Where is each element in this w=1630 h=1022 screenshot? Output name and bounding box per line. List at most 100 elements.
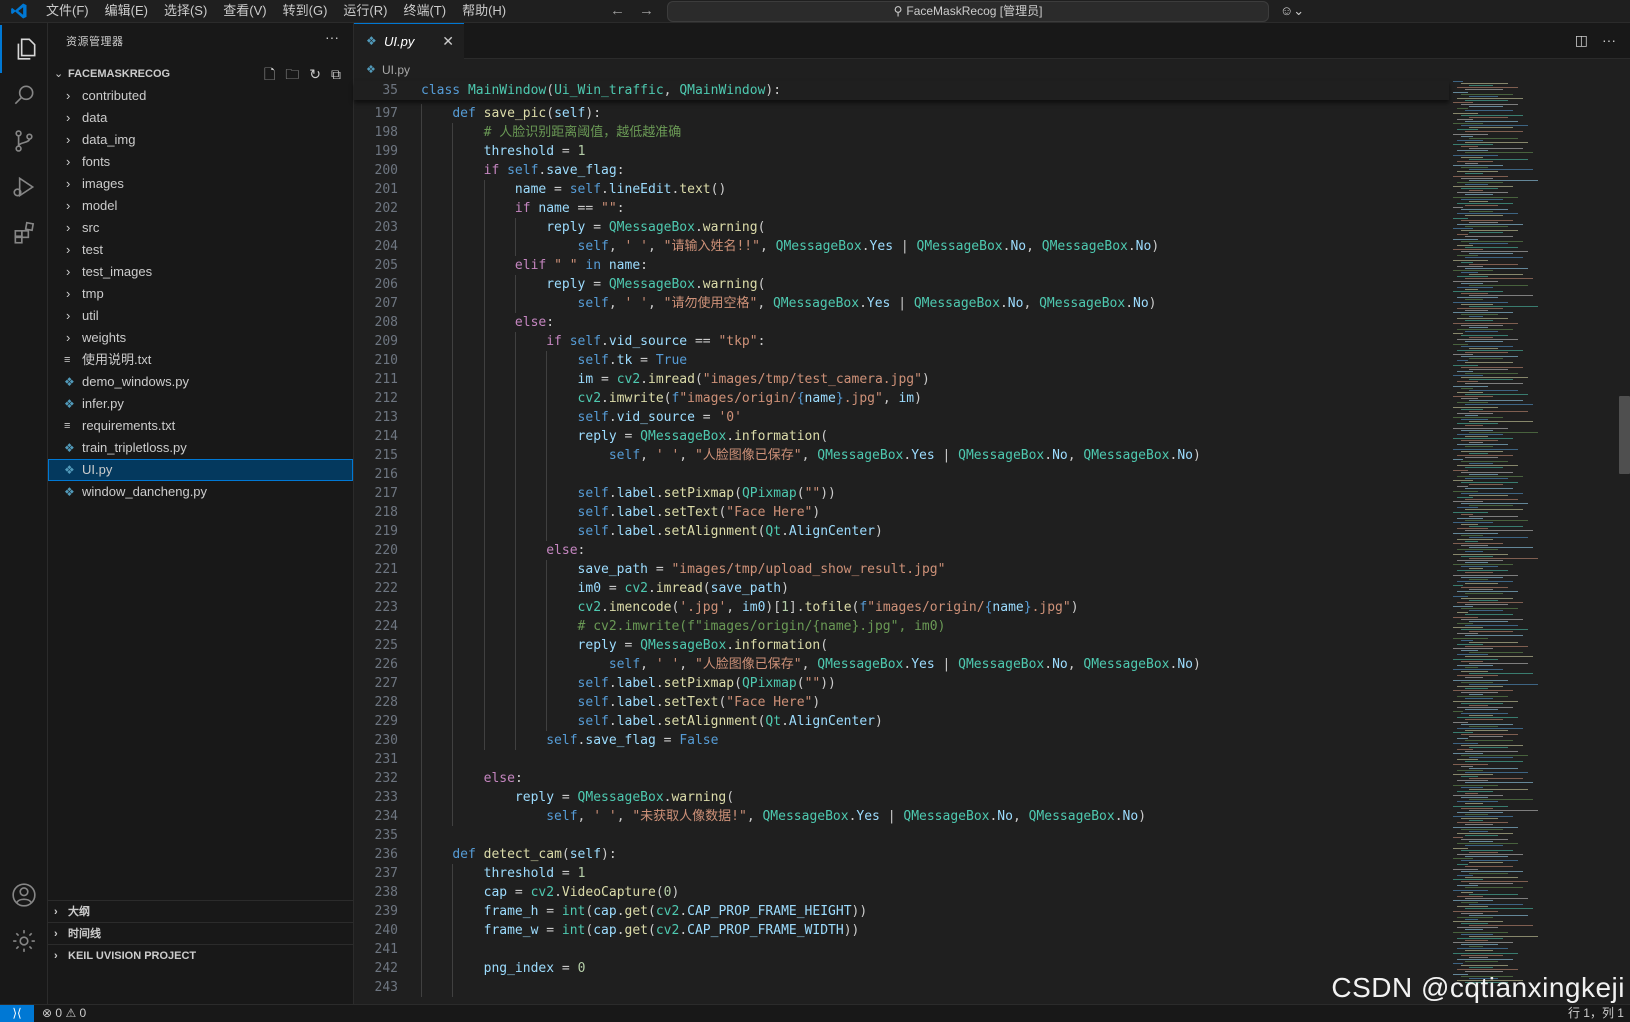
- tree-file[interactable]: ≡ 使用说明.txt: [48, 349, 353, 371]
- tree-folder[interactable]: › model: [48, 195, 353, 217]
- code-line[interactable]: 221 save_path = "images/tmp/upload_show_…: [354, 560, 1449, 579]
- menu-item[interactable]: 查看(V): [215, 0, 274, 22]
- tab-ui-py[interactable]: ❖ UI.py ✕: [354, 23, 464, 59]
- code-line[interactable]: 227 self.label.setPixmap(QPixmap("")): [354, 674, 1449, 693]
- tree-folder[interactable]: › data: [48, 107, 353, 129]
- code-line[interactable]: 205 elif " " in name:: [354, 256, 1449, 275]
- code-line[interactable]: 203 reply = QMessageBox.warning(: [354, 218, 1449, 237]
- cursor-position[interactable]: 行 1，列 1: [1568, 1005, 1624, 1022]
- code-line[interactable]: 218 self.label.setText("Face Here"): [354, 503, 1449, 522]
- code-line[interactable]: 237 threshold = 1: [354, 864, 1449, 883]
- code-line[interactable]: 211 im = cv2.imread("images/tmp/test_cam…: [354, 370, 1449, 389]
- code-line[interactable]: 214 reply = QMessageBox.information(: [354, 427, 1449, 446]
- tree-file[interactable]: ❖ window_dancheng.py: [48, 481, 353, 503]
- code-line[interactable]: 223 cv2.imencode('.jpg', im0)[1].tofile(…: [354, 598, 1449, 617]
- new-folder-icon[interactable]: 🗀: [285, 63, 299, 85]
- tree-folder[interactable]: › fonts: [48, 151, 353, 173]
- sticky-scroll-line[interactable]: 35 class MainWindow(Ui_Win_traffic, QMain…: [354, 81, 1449, 100]
- code-line[interactable]: 239 frame_h = int(cap.get(cv2.CAP_PROP_F…: [354, 902, 1449, 921]
- account-icon[interactable]: [0, 871, 47, 919]
- code-line[interactable]: 209 if self.vid_source == "tkp":: [354, 332, 1449, 351]
- settings-gear-icon[interactable]: [0, 917, 47, 965]
- code-line[interactable]: 232 else:: [354, 769, 1449, 788]
- problems-indicator[interactable]: ⊗ 0 ⚠ 0: [42, 1005, 86, 1022]
- breadcrumb-file[interactable]: UI.py: [382, 59, 410, 81]
- outline-section[interactable]: › 大纲: [48, 900, 353, 923]
- tree-folder[interactable]: › contributed: [48, 85, 353, 107]
- code-line[interactable]: 220 else:: [354, 541, 1449, 560]
- code-line[interactable]: 215 self, ' ', "人脸图像已保存", QMessageBox.Ye…: [354, 446, 1449, 465]
- code-line[interactable]: 208 else:: [354, 313, 1449, 332]
- menu-item[interactable]: 文件(F): [38, 0, 97, 22]
- tree-folder[interactable]: › weights: [48, 327, 353, 349]
- menu-item[interactable]: 编辑(E): [97, 0, 156, 22]
- code-line[interactable]: 201 name = self.lineEdit.text(): [354, 180, 1449, 199]
- more-actions-icon[interactable]: ···: [1602, 23, 1616, 58]
- code-line[interactable]: 213 self.vid_source = '0': [354, 408, 1449, 427]
- code-line[interactable]: 197 def save_pic(self):: [354, 104, 1449, 123]
- scrollbar-slider[interactable]: [1619, 396, 1630, 474]
- code-line[interactable]: 230 self.save_flag = False: [354, 731, 1449, 750]
- forward-arrow-icon[interactable]: →: [639, 0, 654, 22]
- refresh-icon[interactable]: ↻: [309, 63, 321, 85]
- more-actions-icon[interactable]: ···: [325, 29, 339, 45]
- keil-project-section[interactable]: › KEIL UVISION PROJECT: [48, 944, 353, 967]
- extensions-icon[interactable]: [0, 209, 47, 257]
- code-line[interactable]: 202 if name == "":: [354, 199, 1449, 218]
- code-line[interactable]: 206 reply = QMessageBox.warning(: [354, 275, 1449, 294]
- collapse-all-icon[interactable]: ⧉: [331, 63, 341, 85]
- split-editor-icon[interactable]: ◫: [1575, 23, 1588, 58]
- code-line[interactable]: 224 # cv2.imwrite(f"images/origin/{name}…: [354, 617, 1449, 636]
- minimap[interactable]: [1449, 81, 1619, 1004]
- tree-folder[interactable]: › data_img: [48, 129, 353, 151]
- code-line[interactable]: 198 # 人脸识别距离阈值，越低越准确: [354, 123, 1449, 142]
- code-line[interactable]: 199 threshold = 1: [354, 142, 1449, 161]
- code-line[interactable]: 216: [354, 465, 1449, 484]
- remote-icon[interactable]: ⟩⟨: [0, 1005, 34, 1022]
- run-debug-icon[interactable]: [0, 163, 47, 211]
- menu-item[interactable]: 帮助(H): [454, 0, 514, 22]
- code-line[interactable]: 225 reply = QMessageBox.information(: [354, 636, 1449, 655]
- close-icon[interactable]: ✕: [442, 24, 454, 59]
- copilot-icon[interactable]: ☺⌄: [1280, 1, 1304, 21]
- tree-folder[interactable]: › images: [48, 173, 353, 195]
- code-line[interactable]: 240 frame_w = int(cap.get(cv2.CAP_PROP_F…: [354, 921, 1449, 940]
- code-line[interactable]: 238 cap = cv2.VideoCapture(0): [354, 883, 1449, 902]
- code-line[interactable]: 204 self, ' ', "请输入姓名!!", QMessageBox.Ye…: [354, 237, 1449, 256]
- tree-file[interactable]: ❖ infer.py: [48, 393, 353, 415]
- code-line[interactable]: 228 self.label.setText("Face Here"): [354, 693, 1449, 712]
- code-line[interactable]: 200 if self.save_flag:: [354, 161, 1449, 180]
- code-line[interactable]: 233 reply = QMessageBox.warning(: [354, 788, 1449, 807]
- menu-item[interactable]: 选择(S): [156, 0, 215, 22]
- tree-file[interactable]: ≡ requirements.txt: [48, 415, 353, 437]
- source-control-icon[interactable]: [0, 117, 47, 165]
- code-line[interactable]: 229 self.label.setAlignment(Qt.AlignCent…: [354, 712, 1449, 731]
- workspace-folder-header[interactable]: ⌄ FACEMASKRECOG 🗋 🗀 ↻ ⧉: [48, 63, 353, 85]
- code-line[interactable]: 236 def detect_cam(self):: [354, 845, 1449, 864]
- tree-file[interactable]: ❖ train_tripletloss.py: [48, 437, 353, 459]
- command-center[interactable]: ⚲ FaceMaskRecog [管理员]: [667, 1, 1269, 22]
- explorer-icon[interactable]: [0, 25, 49, 73]
- code-line[interactable]: 226 self, ' ', "人脸图像已保存", QMessageBox.Ye…: [354, 655, 1449, 674]
- code-line[interactable]: 243: [354, 978, 1449, 997]
- tree-folder[interactable]: › test_images: [48, 261, 353, 283]
- tree-folder[interactable]: › src: [48, 217, 353, 239]
- tree-folder[interactable]: › test: [48, 239, 353, 261]
- code-line[interactable]: 210 self.tk = True: [354, 351, 1449, 370]
- back-arrow-icon[interactable]: ←: [610, 0, 625, 22]
- code-line[interactable]: 235: [354, 826, 1449, 845]
- new-file-icon[interactable]: 🗋: [264, 63, 275, 85]
- tree-file[interactable]: ❖ demo_windows.py: [48, 371, 353, 393]
- code-line[interactable]: 234 self, ' ', "未获取人像数据!", QMessageBox.Y…: [354, 807, 1449, 826]
- code-line[interactable]: 242 png_index = 0: [354, 959, 1449, 978]
- search-icon[interactable]: [0, 71, 47, 119]
- menu-item[interactable]: 运行(R): [335, 0, 395, 22]
- code-line[interactable]: 241: [354, 940, 1449, 959]
- code-line[interactable]: 217 self.label.setPixmap(QPixmap("")): [354, 484, 1449, 503]
- timeline-section[interactable]: › 时间线: [48, 922, 353, 945]
- code-line[interactable]: 212 cv2.imwrite(f"images/origin/{name}.j…: [354, 389, 1449, 408]
- code-line[interactable]: 222 im0 = cv2.imread(save_path): [354, 579, 1449, 598]
- code-line[interactable]: 219 self.label.setAlignment(Qt.AlignCent…: [354, 522, 1449, 541]
- code-line[interactable]: 231: [354, 750, 1449, 769]
- menu-item[interactable]: 转到(G): [275, 0, 336, 22]
